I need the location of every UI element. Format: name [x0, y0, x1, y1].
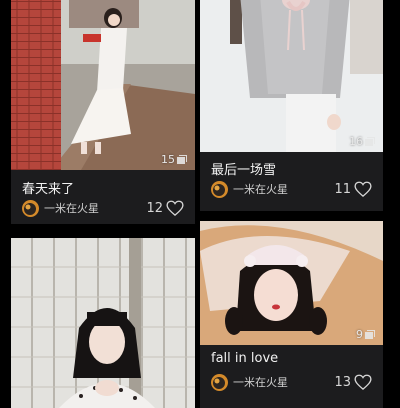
post-card[interactable] — [11, 238, 195, 408]
post-photo[interactable]: 15 — [11, 0, 195, 170]
photo-count: 16 — [349, 135, 375, 148]
post-footer: 一米在火星 12 — [22, 198, 184, 218]
like-button[interactable]: 11 — [334, 181, 372, 197]
post-footer: 一米在火星 13 — [211, 372, 372, 392]
like-button[interactable]: 13 — [334, 374, 372, 390]
author-avatar[interactable] — [211, 180, 228, 198]
post-card[interactable]: 9 fall in love 一米在火星 13 — [200, 221, 383, 408]
author-name[interactable]: 一米在火星 — [233, 374, 288, 390]
post-title[interactable]: 春天来了 — [22, 178, 74, 197]
author-avatar[interactable] — [211, 373, 228, 391]
author-name[interactable]: 一米在火星 — [233, 181, 288, 197]
like-count: 13 — [334, 374, 351, 390]
like-button[interactable]: 12 — [146, 200, 184, 216]
photo-count: 15 — [161, 153, 187, 166]
post-title[interactable]: 最后一场雪 — [211, 159, 276, 178]
image-stack-icon — [365, 330, 375, 339]
image-stack-icon — [365, 137, 375, 146]
author-avatar[interactable] — [22, 199, 39, 217]
post-footer: 一米在火星 11 — [211, 179, 372, 199]
post-photo[interactable]: 9 — [200, 221, 383, 345]
image-stack-icon — [177, 155, 187, 164]
heart-outline-icon[interactable] — [354, 181, 372, 197]
post-card[interactable]: 16 最后一场雪 一米在火星 11 — [200, 0, 383, 211]
heart-outline-icon[interactable] — [354, 374, 372, 390]
heart-outline-icon[interactable] — [166, 200, 184, 216]
post-photo[interactable]: 16 — [200, 0, 383, 152]
like-count: 12 — [146, 200, 163, 216]
post-photo[interactable] — [11, 238, 195, 408]
photo-count: 9 — [356, 328, 375, 341]
author-name[interactable]: 一米在火星 — [44, 200, 99, 216]
like-count: 11 — [334, 181, 351, 197]
post-card[interactable]: 15 春天来了 一米在火星 12 — [11, 0, 195, 224]
post-title[interactable]: fall in love — [211, 351, 278, 366]
